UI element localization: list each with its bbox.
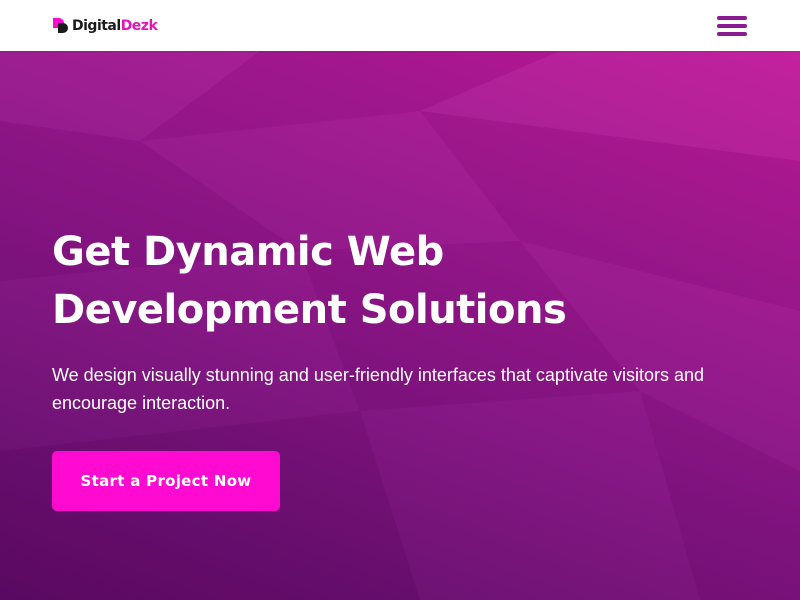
menu-bar [717, 23, 747, 28]
start-project-button[interactable]: Start a Project Now [52, 451, 280, 511]
brand-name-part1: Digital [72, 17, 121, 34]
brand-name-part2: Dezk [120, 17, 158, 34]
logo-mark-icon [53, 18, 68, 33]
site-header: DigitalDezk [0, 0, 800, 51]
hero-title: Get Dynamic Web Development Solutions [52, 223, 672, 339]
hero-title-line2: Development Solutions [52, 287, 567, 333]
brand-logo[interactable]: DigitalDezk [52, 16, 158, 36]
menu-bar [717, 31, 747, 36]
hero-subtitle: We design visually stunning and user-fri… [52, 365, 705, 413]
menu-bar [717, 15, 747, 20]
hero-content: Get Dynamic Web Development Solutions We… [52, 223, 752, 511]
hero-title-line1: Get Dynamic Web [52, 229, 444, 275]
hamburger-menu-icon[interactable] [716, 14, 748, 38]
brand-name: DigitalDezk [72, 17, 158, 34]
hero-section: Get Dynamic Web Development Solutions We… [0, 51, 800, 600]
